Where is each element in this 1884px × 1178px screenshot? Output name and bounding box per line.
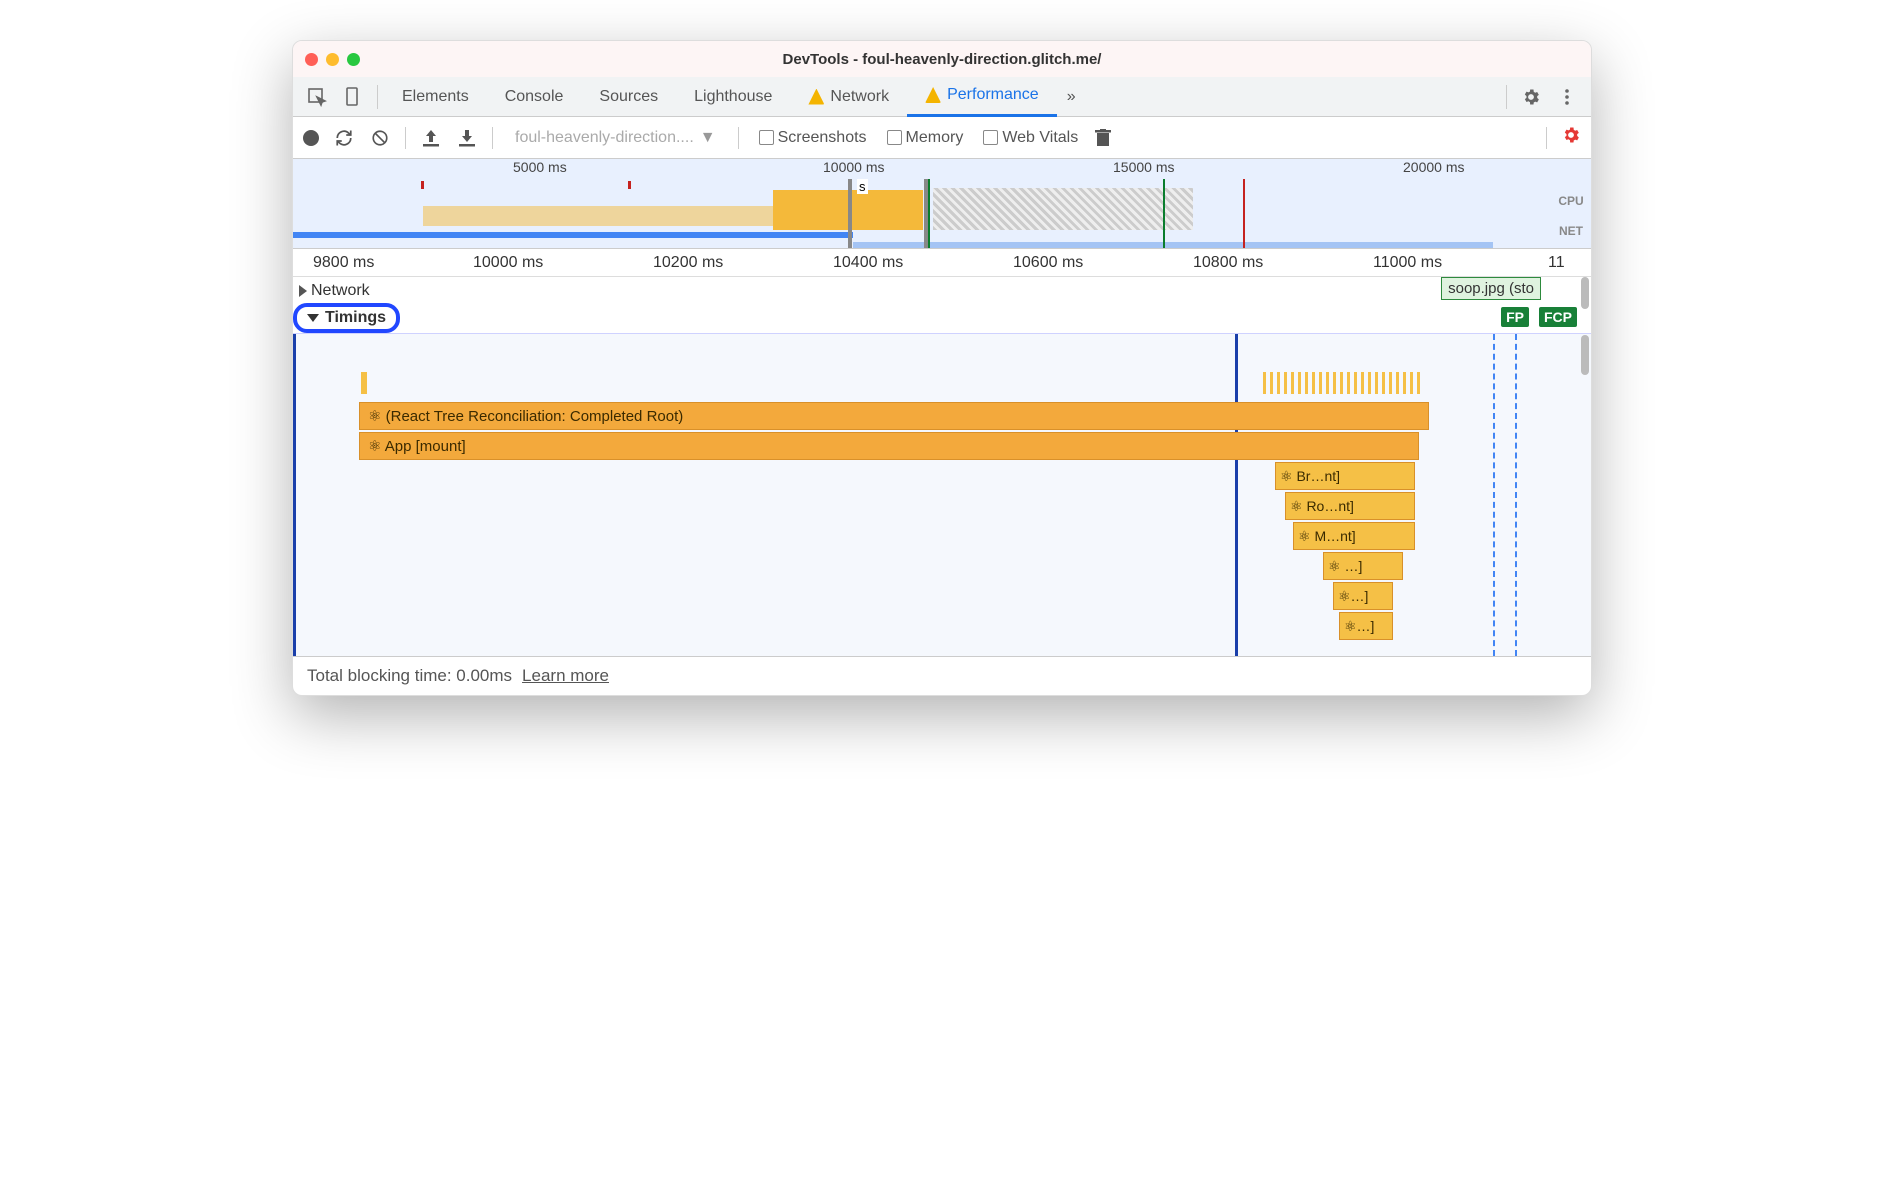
tab-lighthouse[interactable]: Lighthouse xyxy=(676,77,790,117)
network-section-header[interactable]: Network soop.jpg (sto xyxy=(293,277,1591,305)
profile-dropdown[interactable]: foul-heavenly-direction....▼ xyxy=(507,129,724,147)
screenshots-checkbox[interactable]: Screenshots xyxy=(759,129,867,147)
maximize-icon[interactable] xyxy=(347,53,360,66)
detail-ruler[interactable]: 9800 ms 10000 ms 10200 ms 10400 ms 10600… xyxy=(293,249,1591,277)
minimize-icon[interactable] xyxy=(326,53,339,66)
clear-button[interactable] xyxy=(369,127,391,149)
overview-ticks: 5000 ms 10000 ms 15000 ms 20000 ms xyxy=(293,159,1591,179)
timings-section-header[interactable]: Timings FP FCP xyxy=(293,305,1591,335)
tabs-more[interactable]: » xyxy=(1057,77,1086,117)
flame-panel[interactable]: Network soop.jpg (sto Timings FP FCP ⚛ (… xyxy=(293,277,1591,657)
capture-settings-icon[interactable] xyxy=(1561,125,1581,150)
device-icon[interactable] xyxy=(341,85,365,109)
webvitals-checkbox[interactable]: Web Vitals xyxy=(983,129,1078,147)
flame-ro[interactable]: ⚛ Ro…nt] xyxy=(1285,492,1415,520)
settings-icon[interactable] xyxy=(1519,85,1543,109)
network-item-soop[interactable]: soop.jpg (sto xyxy=(1441,277,1541,300)
perf-toolbar: foul-heavenly-direction....▼ Screenshots… xyxy=(293,117,1591,159)
fcp-marker[interactable]: FCP xyxy=(1539,307,1577,327)
learn-more-link[interactable]: Learn more xyxy=(522,666,609,686)
chevron-down-icon xyxy=(307,314,319,322)
reload-button[interactable] xyxy=(333,127,355,149)
window-title: DevTools - foul-heavenly-direction.glitc… xyxy=(783,51,1102,68)
summary-footer: Total blocking time: 0.00ms Learn more xyxy=(293,657,1591,695)
cpu-label: CPU xyxy=(1551,194,1591,208)
scrollbar-thumb[interactable] xyxy=(1581,335,1589,375)
flame-l1[interactable]: ⚛ …] xyxy=(1323,552,1403,580)
tab-console[interactable]: Console xyxy=(487,77,582,117)
inspect-icon[interactable] xyxy=(305,85,329,109)
titlebar: DevTools - foul-heavenly-direction.glitc… xyxy=(293,41,1591,77)
tab-elements[interactable]: Elements xyxy=(384,77,487,117)
record-button[interactable] xyxy=(303,130,319,146)
overview-timeline[interactable]: 5000 ms 10000 ms 15000 ms 20000 ms s CPU… xyxy=(293,159,1591,249)
scrollbar-thumb[interactable] xyxy=(1581,277,1589,309)
devtools-window: DevTools - foul-heavenly-direction.glitc… xyxy=(292,40,1592,696)
fp-marker[interactable]: FP xyxy=(1501,307,1529,327)
flame-react-root[interactable]: ⚛ (React Tree Reconciliation: Completed … xyxy=(359,402,1429,430)
panel-tabs: Elements Console Sources Lighthouse Netw… xyxy=(293,77,1591,117)
flame-l3[interactable]: ⚛…] xyxy=(1339,612,1393,640)
flame-app-mount[interactable]: ⚛ App [mount] xyxy=(359,432,1419,460)
download-button[interactable] xyxy=(456,127,478,149)
close-icon[interactable] xyxy=(305,53,318,66)
more-icon[interactable] xyxy=(1555,85,1579,109)
upload-button[interactable] xyxy=(420,127,442,149)
chevron-right-icon xyxy=(299,285,307,297)
flame-l2[interactable]: ⚛…] xyxy=(1333,582,1393,610)
timings-body[interactable]: ⚛ (React Tree Reconciliation: Completed … xyxy=(293,333,1591,656)
timings-highlight: Timings xyxy=(293,303,400,333)
tbt-text: Total blocking time: 0.00ms xyxy=(307,666,512,686)
tab-network[interactable]: Network xyxy=(790,77,907,117)
warning-icon xyxy=(925,87,941,103)
flame-m[interactable]: ⚛ M…nt] xyxy=(1293,522,1415,550)
warning-icon xyxy=(808,89,824,105)
flame-br[interactable]: ⚛ Br…nt] xyxy=(1275,462,1415,490)
tab-performance[interactable]: Performance xyxy=(907,77,1057,117)
net-label: NET xyxy=(1551,224,1591,238)
memory-checkbox[interactable]: Memory xyxy=(887,129,964,147)
tab-sources[interactable]: Sources xyxy=(581,77,676,117)
trash-icon[interactable] xyxy=(1092,127,1114,149)
